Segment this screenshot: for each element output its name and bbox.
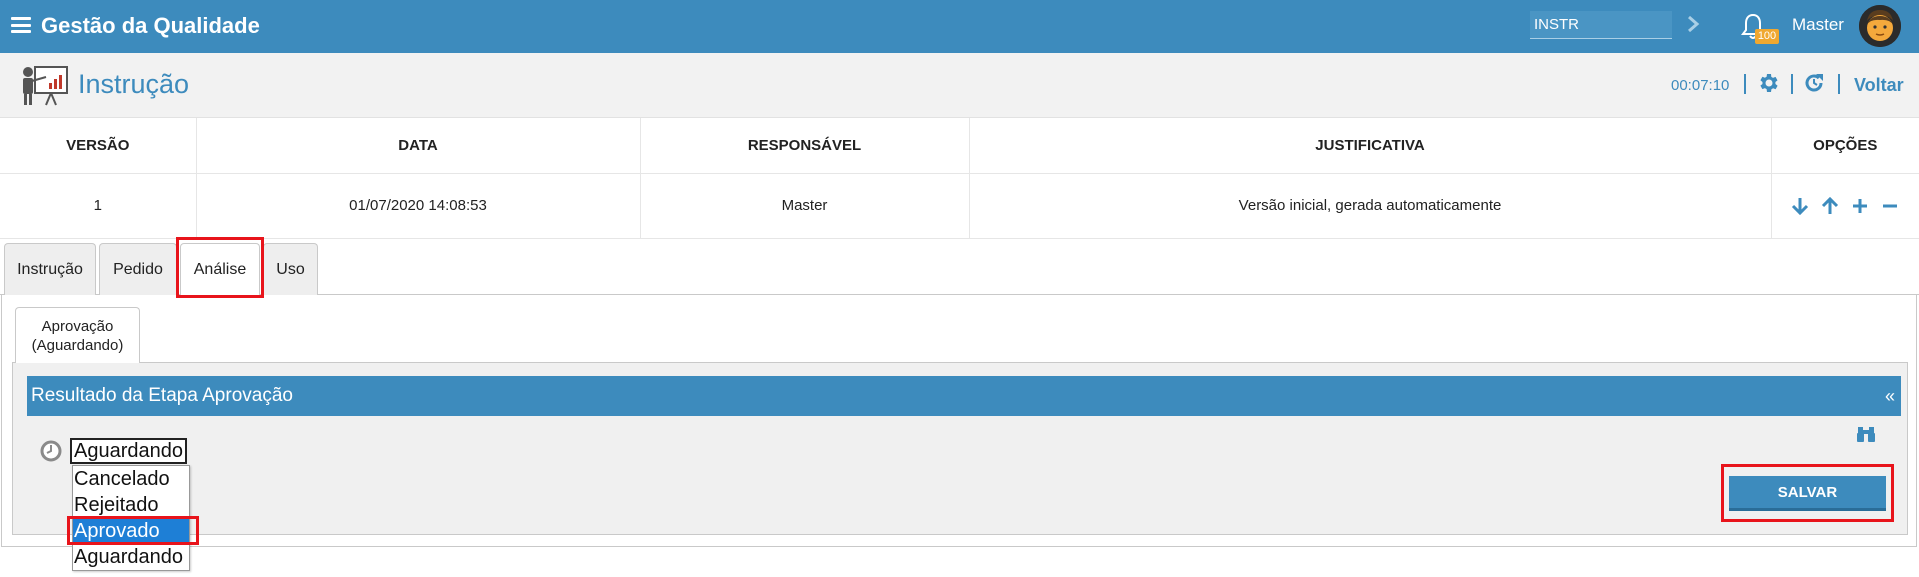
- cell-justification: Versão inicial, gerada automaticamente: [969, 173, 1772, 239]
- tab-pedido[interactable]: Pedido: [99, 243, 177, 295]
- cell-version: 1: [0, 173, 197, 239]
- status-dropdown-list: Cancelado Rejeitado Aprovado Aguardando: [72, 465, 190, 571]
- session-timer: 00:07:10: [1671, 77, 1730, 94]
- chevron-right-icon[interactable]: [1686, 14, 1700, 34]
- section-body: [27, 416, 1901, 523]
- clock-icon: [40, 440, 62, 462]
- app-title: Gestão da Qualidade: [41, 13, 260, 38]
- arrow-down-icon[interactable]: [1790, 196, 1810, 216]
- presentation-icon: [23, 66, 68, 106]
- versions-table: VERSÃO DATA RESPONSÁVEL JUSTIFICATIVA OP…: [0, 118, 1919, 239]
- main-tabs: Instrução Pedido Análise Uso: [0, 243, 1919, 296]
- section-title: Resultado da Etapa Aprovação: [31, 385, 293, 406]
- cell-options: [1771, 173, 1919, 239]
- column-header: JUSTIFICATIVA: [969, 118, 1772, 174]
- dropdown-option-cancelado[interactable]: Cancelado: [73, 466, 189, 492]
- tab-instrucao[interactable]: Instrução: [4, 243, 96, 295]
- subtab-label-line1: Aprovação: [41, 318, 114, 335]
- user-name[interactable]: Master: [1792, 15, 1844, 35]
- plus-icon[interactable]: [1850, 196, 1870, 216]
- tab-uso[interactable]: Uso: [263, 243, 318, 295]
- cell-date: 01/07/2020 14:08:53: [196, 173, 641, 239]
- separator: [1791, 74, 1793, 94]
- arrow-up-icon[interactable]: [1820, 196, 1840, 216]
- back-link[interactable]: Voltar: [1854, 75, 1904, 96]
- cell-responsible: Master: [640, 173, 970, 239]
- status-select[interactable]: Aguardando: [70, 438, 187, 464]
- save-button[interactable]: SALVAR: [1729, 476, 1886, 511]
- dropdown-option-aprovado[interactable]: Aprovado: [73, 518, 189, 544]
- collapse-icon[interactable]: «: [1885, 376, 1895, 416]
- dropdown-option-rejeitado[interactable]: Rejeitado: [73, 492, 189, 518]
- top-bar: Gestão da Qualidade 100 Master: [0, 0, 1919, 53]
- subtab-label-line2: (Aguardando): [31, 337, 124, 354]
- column-header: VERSÃO: [0, 118, 197, 174]
- dropdown-option-aguardando[interactable]: Aguardando: [73, 544, 189, 570]
- binoculars-icon[interactable]: [1856, 424, 1876, 444]
- gear-icon[interactable]: [1756, 71, 1780, 95]
- hamburger-menu-icon[interactable]: [11, 17, 31, 33]
- page-title: Instrução: [78, 69, 190, 99]
- tab-analise[interactable]: Análise: [180, 243, 260, 296]
- column-header: OPÇÕES: [1771, 118, 1919, 174]
- user-avatar[interactable]: [1859, 5, 1901, 47]
- separator: [1838, 74, 1840, 94]
- history-refresh-icon[interactable]: [1802, 71, 1826, 95]
- column-header: RESPONSÁVEL: [640, 118, 970, 174]
- module-search-input[interactable]: [1530, 11, 1672, 39]
- subtab-aprovacao[interactable]: Aprovação (Aguardando): [15, 307, 140, 363]
- table-header-row: VERSÃO DATA RESPONSÁVEL JUSTIFICATIVA OP…: [0, 118, 1919, 174]
- minus-icon[interactable]: [1880, 196, 1900, 216]
- separator: [1744, 74, 1746, 94]
- page-header: Instrução 00:07:10 Voltar: [0, 53, 1919, 118]
- section-header: Resultado da Etapa Aprovação «: [27, 376, 1901, 416]
- column-header: DATA: [196, 118, 641, 174]
- table-row[interactable]: 1 01/07/2020 14:08:53 Master Versão inic…: [0, 173, 1919, 239]
- notification-badge: 100: [1755, 29, 1779, 44]
